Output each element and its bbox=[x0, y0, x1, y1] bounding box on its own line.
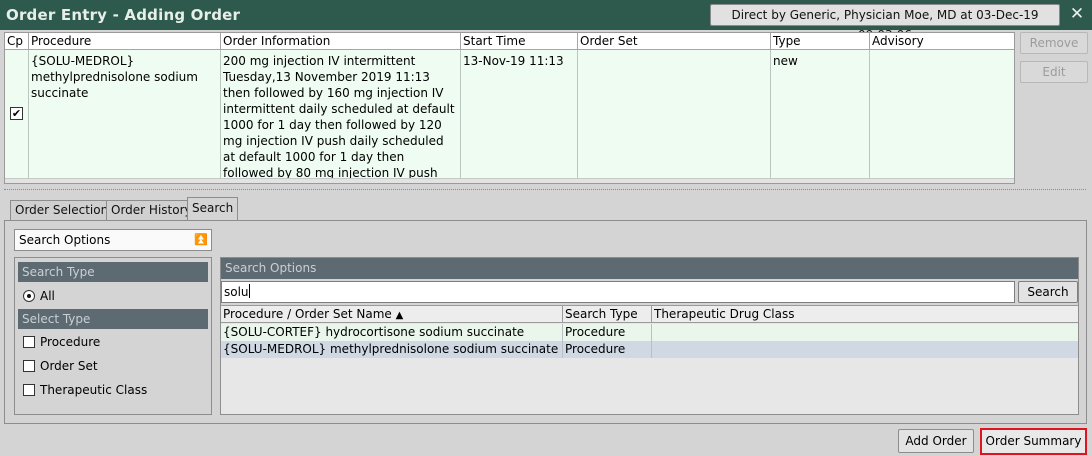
tab-order-selection[interactable]: Order Selection bbox=[10, 200, 114, 220]
result-search-type: Procedure bbox=[563, 324, 652, 341]
column-header-start-time[interactable]: Start Time bbox=[461, 33, 578, 50]
order-row-order-set bbox=[578, 50, 771, 178]
select-type-header: Select Type bbox=[18, 309, 208, 329]
result-search-type: Procedure bbox=[563, 341, 652, 358]
add-order-button[interactable]: Add Order bbox=[898, 429, 974, 453]
table-scroll-area bbox=[5, 178, 1014, 183]
window-title: Order Entry - Adding Order bbox=[6, 6, 241, 24]
column-header-order-information[interactable]: Order Information bbox=[221, 33, 461, 50]
result-name: {SOLU-MEDROL} methylprednisolone sodium … bbox=[221, 341, 563, 358]
column-header-name-label: Procedure / Order Set Name bbox=[223, 307, 392, 321]
table-row[interactable]: {SOLU-MEDROL} methylprednisolone sodium … bbox=[221, 341, 1078, 358]
search-type-header: Search Type bbox=[18, 262, 208, 282]
column-header-order-set[interactable]: Order Set bbox=[578, 33, 771, 50]
copy-checkbox[interactable]: ✔ bbox=[10, 107, 23, 120]
remove-button[interactable]: Remove bbox=[1020, 32, 1088, 54]
order-table: Cp Procedure Order Information Start Tim… bbox=[4, 32, 1015, 184]
radio-all-label[interactable]: All bbox=[40, 289, 55, 303]
order-row-type: new bbox=[771, 50, 870, 178]
column-header-cp[interactable]: Cp bbox=[5, 33, 29, 50]
text-caret bbox=[248, 284, 250, 298]
order-row-cp-cell[interactable]: ✔ bbox=[5, 50, 29, 178]
result-drug-class bbox=[652, 341, 1078, 358]
search-type-panel: Search Type All Select Type Procedure Or… bbox=[14, 257, 212, 415]
author-info-button[interactable]: Direct by Generic, Physician Moe, MD at … bbox=[710, 4, 1060, 42]
column-header-procedure[interactable]: Procedure bbox=[29, 33, 221, 50]
order-row-start-time: 13-Nov-19 11:13 bbox=[461, 50, 578, 178]
sort-ascending-icon: ▲ bbox=[395, 310, 404, 321]
tab-search[interactable]: Search bbox=[187, 197, 239, 221]
checkbox-order-set-label[interactable]: Order Set bbox=[40, 359, 98, 373]
search-input-value[interactable]: solu bbox=[224, 285, 249, 299]
checkbox-order-set[interactable] bbox=[23, 360, 35, 372]
double-chevron-up-icon[interactable]: ⏫ bbox=[194, 233, 208, 246]
splitter[interactable] bbox=[4, 189, 1086, 190]
order-summary-button[interactable]: Order Summary bbox=[980, 428, 1087, 455]
column-header-type[interactable]: Type bbox=[771, 33, 870, 50]
result-drug-class bbox=[652, 324, 1078, 341]
column-header-search-type[interactable]: Search Type bbox=[563, 306, 652, 323]
order-row-advisory bbox=[870, 50, 1014, 178]
search-options-header: Search Options bbox=[221, 258, 1078, 279]
search-options-dropdown[interactable]: Search Options bbox=[14, 229, 212, 251]
result-name: {SOLU-CORTEF} hydrocortisone sodium succ… bbox=[221, 324, 563, 341]
order-row-order-information: 200 mg injection IV intermittent Tuesday… bbox=[221, 50, 461, 178]
radio-all[interactable] bbox=[23, 290, 35, 302]
close-icon[interactable]: ✕ bbox=[1066, 3, 1088, 25]
order-row-procedure: {SOLU-MEDROL} methylprednisolone sodium … bbox=[29, 50, 221, 178]
tab-order-history[interactable]: Order History bbox=[106, 200, 197, 220]
checkbox-procedure-label[interactable]: Procedure bbox=[40, 335, 100, 349]
checkbox-therapeutic-class[interactable] bbox=[23, 384, 35, 396]
checkbox-therapeutic-class-label[interactable]: Therapeutic Class bbox=[40, 383, 147, 397]
search-options-label: Search Options bbox=[19, 233, 111, 247]
column-header-name[interactable]: Procedure / Order Set Name ▲ bbox=[221, 306, 563, 323]
search-input[interactable]: solu bbox=[221, 281, 1015, 303]
search-button[interactable]: Search bbox=[1018, 281, 1078, 303]
checkbox-procedure[interactable] bbox=[23, 336, 35, 348]
edit-button[interactable]: Edit bbox=[1020, 61, 1088, 83]
column-header-advisory[interactable]: Advisory bbox=[870, 33, 1014, 50]
table-row[interactable]: {SOLU-CORTEF} hydrocortisone sodium succ… bbox=[221, 324, 1078, 341]
results-table: Procedure / Order Set Name ▲ Search Type… bbox=[221, 305, 1078, 414]
column-header-drug-class[interactable]: Therapeutic Drug Class bbox=[652, 306, 1078, 323]
